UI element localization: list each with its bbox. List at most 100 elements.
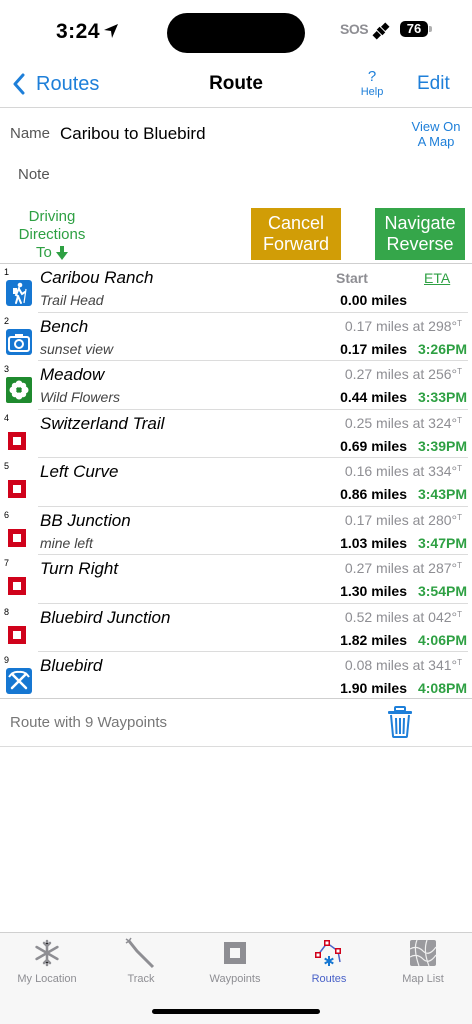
cancel-line1: Cancel — [267, 213, 325, 233]
route-summary: Route with 9 Waypoints — [10, 714, 168, 731]
waypoint-number: 2 — [4, 315, 10, 326]
note-field[interactable]: Note — [18, 166, 50, 183]
waypoint-number: 6 — [4, 509, 10, 520]
waypoint-description: sunset view — [40, 340, 114, 357]
waypoint-row[interactable]: 2 Bench sunset view 0.17 miles at 298°T … — [0, 313, 472, 361]
waypoint-name: Bluebird — [40, 656, 103, 675]
waypoint-name: Switzerland Trail — [40, 413, 165, 433]
battery-indicator: 76 — [400, 21, 428, 37]
waypoint-eta: 3:54PM — [417, 583, 467, 599]
square-marker-icon — [8, 625, 26, 644]
camera-icon — [6, 328, 32, 355]
waypoint-number: 5 — [4, 461, 10, 471]
driving-directions-button[interactable]: Driving Directions To — [8, 208, 96, 262]
cancel-forward-button[interactable]: Cancel Forward — [251, 208, 341, 260]
location-arrow-icon — [104, 24, 118, 38]
leg-distance-bearing: 0.17 miles at 280°T — [344, 511, 462, 528]
track-icon — [125, 937, 155, 969]
waypoint-row[interactable]: 7 Turn Right 0.27 miles at 287°T 1.30 mi… — [0, 555, 472, 604]
home-indicator — [152, 1009, 320, 1014]
waypoint-list: 1 Caribou Ranch Trail Head Start ETA 0.0… — [0, 264, 472, 701]
square-marker-icon — [8, 528, 26, 547]
navigate-line1: Navigate — [384, 213, 456, 233]
waypoint-number: 8 — [4, 606, 10, 617]
view-on-map-line2: A Map — [417, 134, 455, 149]
leg-distance-bearing: 0.08 miles at 341°T — [344, 657, 462, 673]
driving-line2: Directions — [18, 226, 86, 243]
navigation-bar: Routes Route ? Help Edit — [0, 62, 472, 108]
cumulative-distance: 1.03 miles — [340, 534, 407, 551]
route-name-field[interactable]: Caribou to Bluebird — [60, 124, 206, 144]
waypoint-eta: 4:08PM — [417, 680, 467, 696]
cumulative-distance: 0.69 miles — [340, 437, 407, 454]
help-label: Help — [360, 86, 384, 98]
waypoint-number: 3 — [4, 364, 10, 374]
snowflake-icon — [35, 939, 59, 967]
flower-icon — [6, 377, 32, 403]
cumulative-distance: 1.90 miles — [340, 680, 407, 696]
map-list-icon — [409, 939, 437, 967]
hiker-icon — [6, 280, 32, 306]
waypoint-row[interactable]: 9 Bluebird 0.08 miles at 341°T 1.90 mile… — [0, 652, 472, 701]
dynamic-island — [167, 13, 305, 53]
waypoint-row[interactable]: 8 Bluebird Junction 0.52 miles at 042°T … — [0, 604, 472, 652]
waypoint-name: Meadow — [40, 365, 105, 384]
navigate-line2: Reverse — [386, 234, 454, 254]
square-marker-icon — [8, 577, 26, 595]
waypoint-name: Left Curve — [40, 462, 119, 481]
waypoint-description: Trail Head — [40, 292, 104, 308]
tab-my-location[interactable]: My Location — [0, 933, 94, 993]
view-on-map-button[interactable]: View On A Map — [400, 119, 472, 149]
tab-routes[interactable]: Routes — [282, 933, 376, 993]
driving-line1: Driving — [28, 208, 76, 225]
view-on-map-line1: View On — [411, 119, 461, 134]
waypoint-name: Bench — [40, 316, 89, 336]
tab-map-list[interactable]: Map List — [376, 933, 470, 993]
cancel-line2: Forward — [262, 234, 329, 254]
waypoint-row[interactable]: 3 Meadow Wild Flowers 0.27 miles at 256°… — [0, 361, 472, 410]
tab-label: Track — [127, 973, 155, 985]
waypoint-row[interactable]: 6 BB Junction mine left 0.17 miles at 28… — [0, 507, 472, 555]
leg-distance-bearing: 0.17 miles at 298°T — [344, 317, 462, 334]
status-time: 3:24 — [56, 20, 101, 43]
driving-line3: To — [35, 244, 52, 261]
waypoint-description: mine left — [40, 534, 93, 551]
page-title: Route — [209, 73, 263, 94]
waypoint-name: Caribou Ranch — [40, 268, 154, 287]
arrow-down-icon — [56, 246, 68, 261]
square-marker-icon — [8, 431, 26, 450]
waypoint-row[interactable]: 4 Switzerland Trail 0.25 miles at 324°T … — [0, 410, 472, 458]
name-label: Name — [10, 125, 51, 142]
cumulative-distance: 1.82 miles — [340, 631, 407, 648]
satellite-icon — [372, 22, 390, 40]
tab-track[interactable]: Track — [94, 933, 188, 993]
tab-label: My Location — [17, 973, 77, 985]
waypoint-number: 7 — [4, 558, 10, 568]
eta-header[interactable]: ETA — [424, 270, 450, 286]
leg-distance-bearing: 0.25 miles at 324°T — [344, 414, 462, 431]
routes-icon — [315, 940, 341, 966]
help-button[interactable]: ? Help — [356, 69, 388, 98]
waypoint-number: 9 — [4, 655, 10, 665]
tab-label: Routes — [311, 973, 347, 985]
cumulative-distance: 1.30 miles — [340, 583, 407, 599]
battery-tip — [429, 26, 432, 32]
cumulative-distance: 0.86 miles — [340, 486, 407, 502]
navigate-reverse-button[interactable]: Navigate Reverse — [375, 208, 465, 260]
waypoint-name: Bluebird Junction — [40, 607, 171, 627]
cumulative-distance: 0.44 miles — [340, 389, 407, 405]
tab-waypoints[interactable]: Waypoints — [188, 933, 282, 993]
waypoint-number: 4 — [4, 412, 10, 423]
trash-icon[interactable] — [386, 705, 414, 739]
sos-indicator: SOS — [340, 21, 369, 37]
cumulative-distance: 0.17 miles — [340, 340, 407, 357]
waypoint-row[interactable]: 5 Left Curve 0.16 miles at 334°T 0.86 mi… — [0, 458, 472, 507]
leg-distance-bearing: 0.27 miles at 256°T — [344, 366, 462, 382]
waypoint-eta: 3:26PM — [417, 340, 467, 357]
edit-button[interactable]: Edit — [417, 73, 450, 95]
waypoint-description: Wild Flowers — [40, 389, 120, 405]
waypoint-name: Turn Right — [40, 559, 119, 578]
waypoint-eta: 3:43PM — [417, 486, 467, 502]
waypoint-row[interactable]: 1 Caribou Ranch Trail Head Start ETA 0.0… — [0, 264, 472, 313]
cumulative-distance: 0.00 miles — [340, 292, 407, 308]
